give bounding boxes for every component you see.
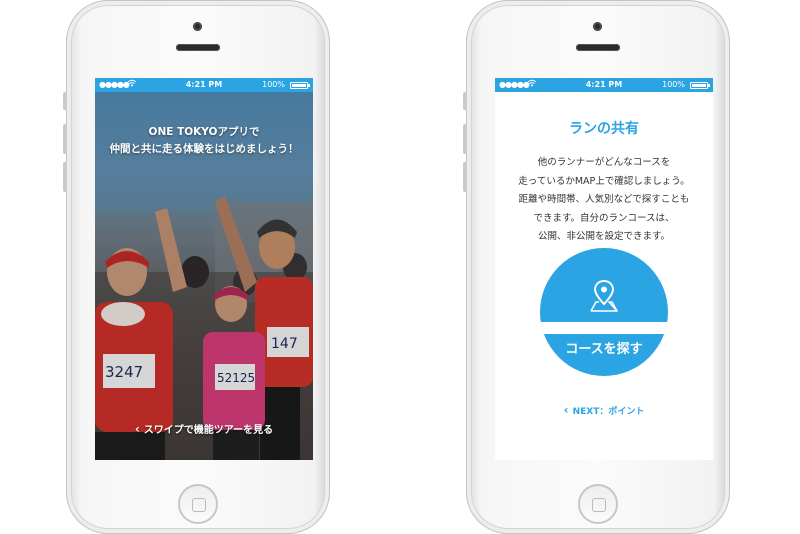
earpiece-speaker — [576, 44, 620, 51]
front-camera — [593, 22, 602, 31]
swipe-hint-label: スワイプで機能ツアーを見る — [143, 425, 274, 436]
battery-icon — [290, 82, 310, 89]
volume-up-button — [63, 124, 67, 154]
home-button[interactable] — [178, 484, 218, 524]
intro-screen[interactable]: ●●●●● 4:21 PM 100% 147 52125 3247 ONE TO… — [95, 78, 313, 460]
description-text: 他のランナーがどんなコースを 走っているかMAP上で確認しましょう。 距離や時間… — [518, 157, 690, 242]
mute-switch — [63, 92, 67, 110]
front-camera — [193, 22, 202, 31]
map-pin-icon — [590, 279, 618, 312]
phone-left: ●●●●● 4:21 PM 100% 147 52125 3247 ONE TO… — [63, 0, 330, 534]
battery-text: 100% — [662, 80, 685, 89]
battery-icon — [690, 82, 710, 89]
volume-down-button — [463, 162, 467, 192]
marathon-photo: 147 52125 3247 ONE TOKYOアプリで 仲間と共に走る体験をは… — [95, 92, 313, 460]
phone-right: ●●●●● 4:21 PM 100% ランの共有 他のランナーがどんなコースを … — [463, 0, 730, 534]
chevron-left-icon: ‹ — [563, 403, 569, 417]
status-bar: ●●●●● 4:21 PM 100% — [495, 78, 713, 92]
volume-up-button — [463, 124, 467, 154]
circle-band — [540, 322, 668, 334]
earpiece-speaker — [176, 44, 220, 51]
volume-down-button — [63, 162, 67, 192]
status-bar: ●●●●● 4:21 PM 100% — [95, 78, 313, 92]
search-course-label: コースを探す — [565, 342, 643, 357]
next-label: NEXT：ポイント — [572, 407, 645, 417]
next-link[interactable]: ‹ NEXT：ポイント — [495, 403, 713, 417]
mute-switch — [463, 92, 467, 110]
home-button[interactable] — [578, 484, 618, 524]
page-title: ランの共有 — [569, 121, 639, 137]
chevron-left-icon: ‹ — [134, 422, 140, 436]
swipe-hint[interactable]: ‹ スワイプで機能ツアーを見る — [95, 421, 313, 436]
share-screen[interactable]: ●●●●● 4:21 PM 100% ランの共有 他のランナーがどんなコースを … — [495, 78, 713, 460]
battery-text: 100% — [262, 80, 285, 89]
search-course-button[interactable]: コースを探す — [540, 248, 668, 376]
intro-title: ONE TOKYOアプリで 仲間と共に走る体験をはじめましょう！ — [109, 126, 299, 155]
